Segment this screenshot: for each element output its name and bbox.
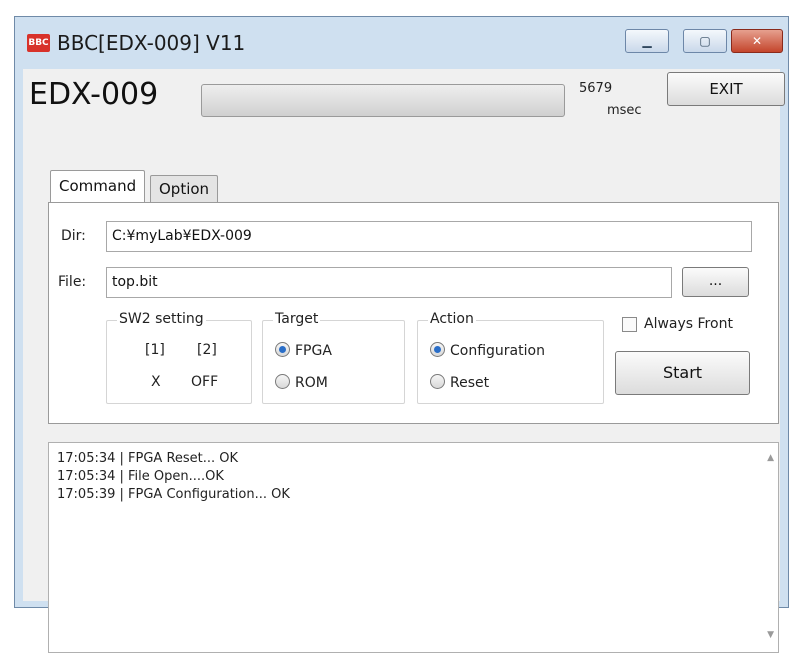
- target-fpga-radio[interactable]: FPGA: [275, 342, 332, 359]
- browse-button[interactable]: ...: [682, 267, 749, 297]
- bbc-app-icon: BBC: [27, 34, 50, 52]
- window-title: BBC[EDX-009] V11: [57, 31, 246, 55]
- progress-bar: [201, 84, 565, 117]
- action-reset-label: Reset: [450, 375, 490, 391]
- scroll-up-icon[interactable]: ▲: [767, 453, 774, 463]
- target-rom-label: ROM: [295, 375, 328, 391]
- log-scrollbar[interactable]: ▲ ▼: [761, 443, 778, 652]
- client-area: EDX-009 5679 msec EXIT Command Option Di…: [23, 69, 785, 653]
- file-label: File:: [58, 274, 87, 290]
- sw2-setting-title: SW2 setting: [117, 311, 206, 327]
- action-reset-radio[interactable]: Reset: [430, 374, 489, 391]
- maximize-icon: ▢: [699, 34, 711, 48]
- target-rom-radio[interactable]: ROM: [275, 374, 328, 391]
- radio-unselected-icon: [275, 374, 290, 389]
- maximize-button[interactable]: ▢: [683, 29, 727, 53]
- radio-selected-icon: [275, 342, 290, 357]
- always-front-label[interactable]: Always Front: [644, 316, 733, 332]
- close-icon: ✕: [751, 34, 763, 48]
- action-configuration-label: Configuration: [450, 343, 545, 359]
- target-group: Target FPGA ROM: [262, 311, 405, 404]
- radio-unselected-icon: [430, 374, 445, 389]
- file-input[interactable]: top.bit: [106, 267, 672, 298]
- always-front-checkbox[interactable]: [622, 317, 637, 332]
- start-button[interactable]: Start: [615, 351, 750, 395]
- sw2-val2: OFF: [191, 374, 219, 390]
- log-output[interactable]: 17:05:34 | FPGA Reset... OK 17:05:34 | F…: [48, 442, 779, 653]
- scroll-down-icon[interactable]: ▼: [767, 630, 774, 640]
- action-configuration-radio[interactable]: Configuration: [430, 342, 545, 359]
- tab-option[interactable]: Option: [150, 175, 219, 202]
- elapsed-time-value: 5679: [579, 81, 613, 96]
- sw2-val1: X: [151, 374, 161, 390]
- sw2-col2-header: [2]: [197, 342, 217, 358]
- app-window: BBC BBC[EDX-009] V11 ▁ ▢ ✕ EDX-009 5679 …: [14, 16, 789, 653]
- target-fpga-label: FPGA: [295, 343, 332, 359]
- title-bar[interactable]: BBC BBC[EDX-009] V11 ▁ ▢ ✕: [15, 17, 788, 69]
- dir-input[interactable]: C:¥myLab¥EDX-009: [106, 221, 752, 252]
- command-panel: Dir: C:¥myLab¥EDX-009 File: top.bit ... …: [48, 202, 779, 424]
- radio-selected-icon: [430, 342, 445, 357]
- action-title: Action: [428, 311, 476, 327]
- dir-label: Dir:: [61, 228, 86, 244]
- log-line: 17:05:34 | FPGA Reset... OK: [57, 451, 239, 466]
- minimize-icon: ▁: [642, 34, 652, 48]
- log-line: 17:05:34 | File Open....OK: [57, 469, 224, 484]
- sw2-setting-group: SW2 setting [1] [2] X OFF: [106, 311, 252, 404]
- minimize-button[interactable]: ▁: [625, 29, 669, 53]
- device-name: EDX-009: [29, 77, 159, 112]
- close-button[interactable]: ✕: [731, 29, 783, 53]
- elapsed-time-unit: msec: [607, 103, 642, 118]
- sw2-col1-header: [1]: [145, 342, 165, 358]
- exit-button[interactable]: EXIT: [667, 72, 785, 106]
- tab-command[interactable]: Command: [50, 170, 146, 202]
- action-group: Action Configuration Reset: [417, 311, 604, 404]
- target-title: Target: [273, 311, 321, 327]
- log-line: 17:05:39 | FPGA Configuration... OK: [57, 487, 290, 502]
